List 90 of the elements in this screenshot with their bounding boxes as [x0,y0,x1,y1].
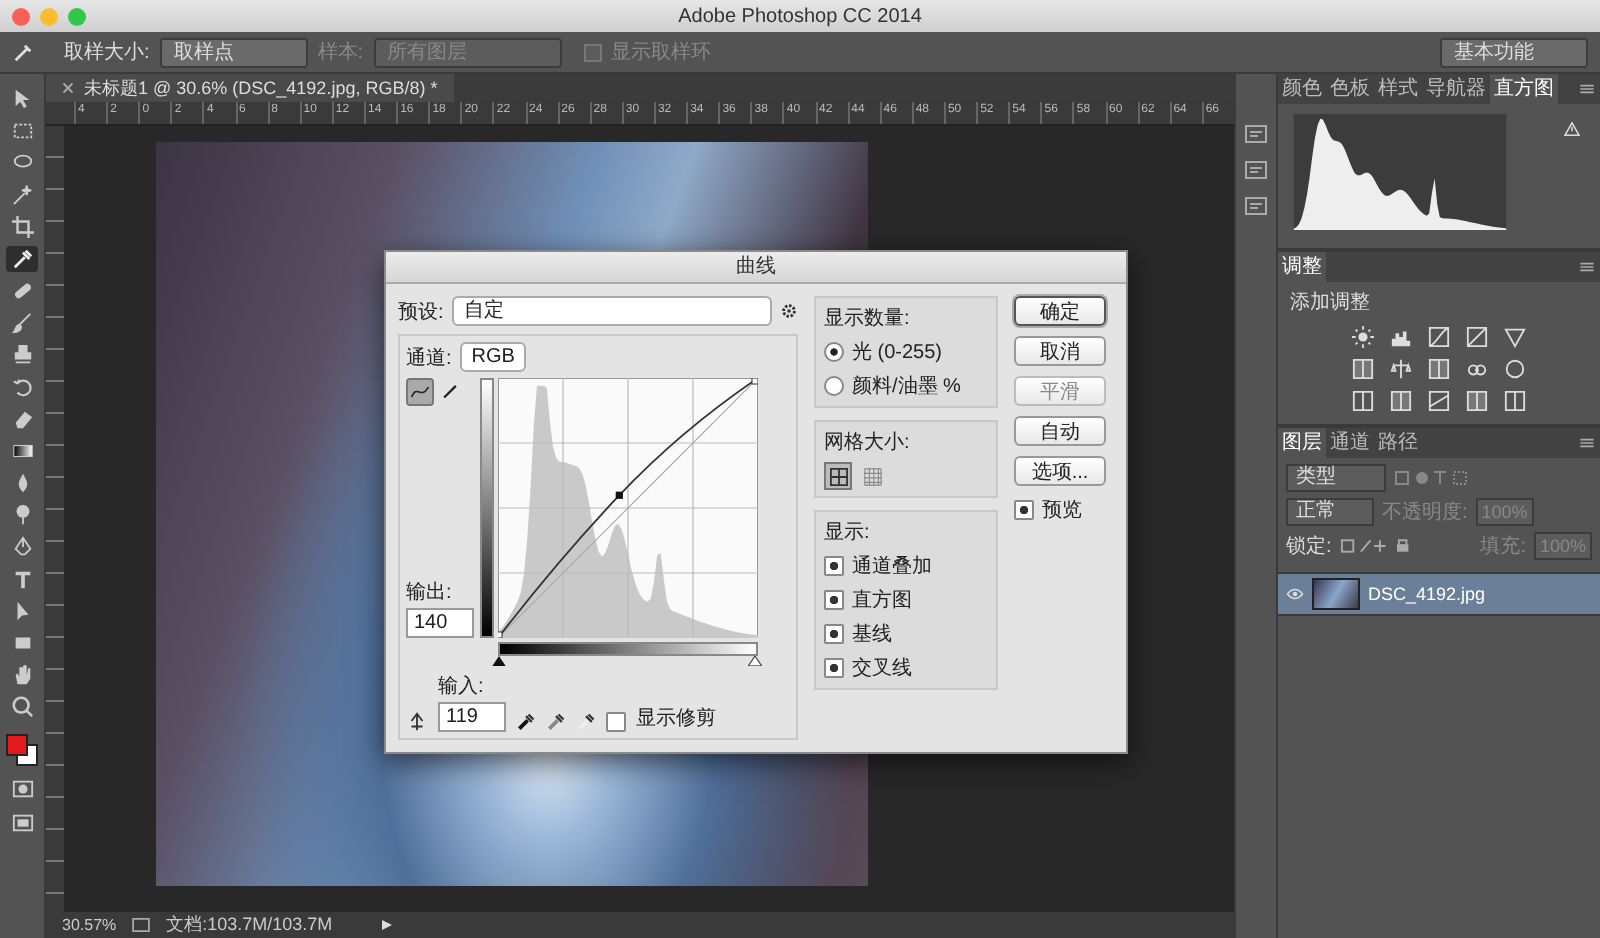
layer-thumbnail [1312,578,1360,610]
input-label: 输入: [438,673,486,700]
triangle-icon[interactable] [1504,326,1526,348]
menu-icon[interactable] [1580,438,1594,448]
document-size: 文档:103.7M/103.7M [166,912,335,938]
color-swatches[interactable] [6,734,38,766]
channel-label: 通道: [406,345,452,371]
play-icon[interactable] [382,920,393,930]
eyedropper-icon[interactable] [546,712,566,732]
circles-icon[interactable] [1466,358,1488,380]
radio-label: 光 (0-255) [852,339,943,366]
group-title: 显示: [824,520,872,546]
scales-icon[interactable] [1390,358,1412,380]
radio-label: 颜料/油墨 % [852,373,961,400]
layer-name: DSC_4192.jpg [1368,584,1486,604]
checkbox[interactable] [824,556,844,576]
blend-mode-select[interactable]: 正常 [1286,498,1374,526]
menu-icon[interactable] [1580,262,1594,272]
sun-icon[interactable] [1352,326,1374,348]
preview-checkbox[interactable] [1014,500,1034,520]
curve-graph-drawing[interactable] [498,378,758,638]
gear-icon[interactable] [780,302,798,320]
checkbox[interactable] [824,590,844,610]
layer-filter-select[interactable]: 类型 [1286,464,1386,492]
warning-icon[interactable] [1564,122,1580,136]
shadow-slider-icon[interactable] [492,656,506,666]
input-field[interactable]: 119 [438,702,506,732]
eyedropper-icon[interactable] [6,246,38,272]
document-tab[interactable]: 未标题1 @ 30.6% (DSC_4192.jpg, RGB/8) * [46,74,454,102]
coarse-grid-icon[interactable] [824,462,852,490]
preview-label: 预览 [1042,498,1082,524]
panel-tab[interactable]: 调整 [1278,252,1326,282]
panel-heading: 添加调整 [1288,289,1372,316]
crop-icon[interactable] [6,214,38,240]
output-field[interactable]: 140 [406,608,474,638]
screen-mode-icon[interactable] [11,812,33,834]
workspace-select[interactable]: 基本功能 [1440,37,1588,67]
zoom-level: 30.57% [62,916,117,934]
group-title: 显示数量: [824,306,912,332]
clipping-label: 显示修剪 [636,705,716,732]
panel-tab[interactable]: 图层 [1278,428,1326,458]
dialog-button[interactable]: 确定 [1014,296,1106,326]
window-title: Adobe Photoshop CC 2014 [678,5,922,27]
document-title: 未标题1 @ 30.6% (DSC_4192.jpg, RGB/8) * [84,75,438,101]
eye-icon[interactable] [1286,588,1304,600]
ring-checkbox[interactable] [583,43,602,61]
clipping-checkbox[interactable] [606,712,626,732]
menu-icon[interactable] [1580,84,1594,94]
eyedropper-icon[interactable] [516,712,536,732]
checkbox[interactable] [824,658,844,678]
panel-tab[interactable]: 导航器 [1422,74,1490,104]
bar-chart-icon[interactable] [1390,326,1412,348]
panel-icon[interactable] [1244,158,1268,182]
layer-row[interactable]: DSC_4192.jpg [1278,572,1600,616]
panel-tab[interactable]: 色板 [1326,74,1374,104]
panel-tab[interactable]: 直方图 [1490,74,1558,104]
dialog-button[interactable]: 自动 [1014,416,1106,446]
curve-icon[interactable] [1428,326,1450,348]
panel-icon[interactable] [1244,122,1268,146]
panel-tab[interactable]: 通道 [1326,428,1374,458]
checkbox-label: 交叉线 [852,655,912,682]
eyedropper-icon[interactable] [576,712,596,732]
panel-icon[interactable] [1244,194,1268,218]
checkbox-label: 通道叠加 [852,553,932,580]
panel-tab[interactable]: 颜色 [1278,74,1326,104]
radio-button[interactable] [824,376,844,396]
curve-tool-icon[interactable] [406,378,434,406]
diagonal-icon[interactable] [1428,390,1450,412]
quick-mask-icon[interactable] [11,778,33,800]
panel-tab[interactable]: 路径 [1374,428,1422,458]
output-label: 输出: [406,579,454,606]
fine-grid-icon[interactable] [860,464,884,488]
sample-size-label: 取样大小: [64,39,150,66]
lock-label: 锁定: [1286,533,1332,560]
close-icon[interactable] [62,82,74,94]
dialog-button[interactable]: 选项... [1014,456,1106,486]
dialog-button[interactable]: 取消 [1014,336,1106,366]
sample-size-select[interactable]: 取样点 [159,37,308,67]
checkbox-label: 基线 [852,621,892,648]
preset-label: 预设: [398,299,444,325]
checkbox-label: 直方图 [852,587,912,614]
preset-select[interactable]: 自定 [451,296,772,326]
zoom-icon[interactable] [6,694,38,720]
channel-select[interactable]: RGB [459,342,527,372]
group-title: 网格大小: [824,429,912,456]
radio-button[interactable] [824,342,844,362]
checkbox[interactable] [824,624,844,644]
panel-tab[interactable]: 样式 [1374,74,1422,104]
dialog-title: 曲线 [386,252,1126,284]
highlight-slider-icon[interactable] [748,656,762,666]
